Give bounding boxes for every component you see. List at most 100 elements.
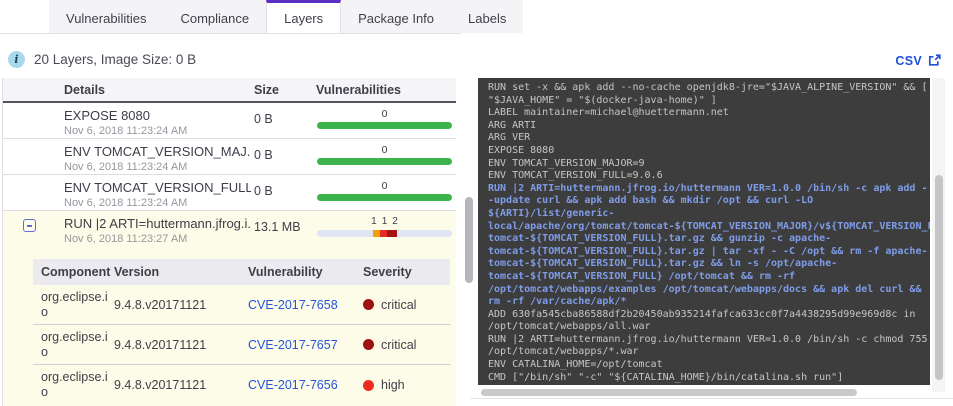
dockerfile-line: RUN set -x && apk add --no-cache openjdk… bbox=[488, 82, 928, 93]
cve-link[interactable]: CVE-2017-7657 bbox=[248, 338, 338, 352]
cve-cell: CVE-2017-7658 bbox=[248, 298, 363, 312]
severity-label: high bbox=[381, 378, 405, 392]
layers-table-header: Details Size Vulnerabilities bbox=[3, 78, 456, 103]
cve-cell: CVE-2017-7656 bbox=[248, 378, 363, 392]
vulnerability-table-header: Component Version Vulnerability Severity bbox=[33, 259, 450, 285]
tab-vulnerabilities[interactable]: Vulnerabilities bbox=[49, 0, 163, 33]
layer-details-cell: ENV TOMCAT_VERSION_FULL... Nov 6, 2018 11… bbox=[61, 180, 251, 210]
dockerfile-code-panel: RUN set -x && apk add --no-cache openjdk… bbox=[478, 78, 930, 385]
dockerfile-line: LABEL maintainer=michael@huettermann.net bbox=[488, 107, 729, 119]
dockerfile-line: ADD 630fa545cba86588df2b20450ab935214faf… bbox=[488, 308, 916, 320]
layers-summary-text: 20 Layers, Image Size: 0 B bbox=[34, 52, 197, 67]
version-column-header: Version bbox=[114, 265, 160, 279]
component-version: 9.4.8.v20171121 bbox=[114, 337, 207, 352]
vulnerability-count: 0 bbox=[381, 108, 388, 120]
vulnerability-row: org.eclipse.io 9.4.8.v20171121 CVE-2017-76… bbox=[33, 365, 450, 405]
layer-vulnerabilities-cell: 112 bbox=[313, 216, 456, 250]
severity-column-header: Severity bbox=[363, 265, 412, 279]
dockerfile-line: ${ARTI}/list/generic- bbox=[488, 207, 615, 219]
layer-vulnerabilities-cell: 0 bbox=[313, 144, 456, 174]
severity-cell: critical bbox=[363, 298, 450, 312]
vulnerability-count: 1 bbox=[371, 216, 377, 227]
csv-export-button[interactable]: CSV bbox=[895, 54, 941, 68]
dockerfile-line: rm -rf /var/cache/apk/* bbox=[488, 296, 627, 308]
dockerfile-line: CMD ["/bin/sh" "-c" "${CATALINA_HOME}/bi… bbox=[488, 371, 844, 383]
no-vulnerabilities-bar bbox=[317, 158, 452, 165]
dockerfile-line: ENV CATALINA_HOME=/opt/tomcat bbox=[488, 359, 663, 371]
dockerfile-line: tomcat-${TOMCAT_VERSION_FULL}.tar.gz && … bbox=[488, 233, 832, 245]
code-panel-scrollbar-track[interactable] bbox=[932, 78, 945, 392]
vulnerability-severity-bar bbox=[317, 230, 452, 237]
expander-cell bbox=[3, 108, 61, 138]
code-panel-horizontal-scrollbar-thumb[interactable] bbox=[481, 389, 857, 396]
cve-cell: CVE-2017-7657 bbox=[248, 338, 363, 352]
layers-table: Details Size Vulnerabilities EXPOSE 8080… bbox=[2, 78, 456, 406]
layer-size-cell: 0 B bbox=[251, 144, 313, 174]
code-panel-scrollbar-thumb[interactable] bbox=[934, 175, 943, 380]
severity-bar-segment bbox=[379, 230, 387, 237]
cve-link[interactable]: CVE-2017-7658 bbox=[248, 298, 338, 312]
panel-divider bbox=[470, 398, 953, 399]
dockerfile-line: "$JAVA_HOME" = "$(docker-java-home)" ] bbox=[488, 94, 717, 106]
layer-timestamp: Nov 6, 2018 11:23:24 AM bbox=[64, 125, 188, 137]
component-name: org.eclipse.io bbox=[41, 370, 108, 399]
expander-cell bbox=[3, 180, 61, 210]
severity-dot bbox=[363, 379, 374, 391]
dockerfile-line: tomcat-${TOMCAT_VERSION_FULL} /opt/tomca… bbox=[488, 270, 796, 282]
layer-row[interactable]: RUN |2 ARTI=huttermann.jfrog.i... Nov 6, … bbox=[3, 211, 456, 250]
layers-table-scrollbar-thumb[interactable] bbox=[465, 197, 473, 283]
dockerfile-line: /opt/tomcat/webapps/*.war bbox=[488, 346, 639, 358]
component-version: 9.4.8.v20171121 bbox=[114, 297, 207, 312]
layer-timestamp: Nov 6, 2018 11:23:27 AM bbox=[64, 233, 188, 245]
layer-size-cell: 0 B bbox=[251, 108, 313, 138]
severity-bar-segment bbox=[372, 230, 380, 237]
layer-row[interactable]: EXPOSE 8080 Nov 6, 2018 11:23:24 AM 0 B 0 bbox=[3, 103, 456, 139]
summary-row: i 20 Layers, Image Size: 0 B bbox=[8, 51, 196, 68]
component-name: org.eclipse.io bbox=[41, 289, 108, 319]
dockerfile-line: -update curl && apk add bash && mkdir /o… bbox=[488, 195, 814, 207]
dockerfile-line: EXPOSE 8080 bbox=[488, 144, 555, 156]
dockerfile-line: /opt/tomcat/webapps/examples /opt/tomcat… bbox=[488, 283, 922, 295]
cve-link[interactable]: CVE-2017-7656 bbox=[248, 378, 338, 392]
vulnerability-counts: 112 bbox=[371, 216, 398, 228]
layer-row[interactable]: ENV TOMCAT_VERSION_FULL... Nov 6, 2018 11… bbox=[3, 175, 456, 211]
layer-details-cell: RUN |2 ARTI=huttermann.jfrog.i... Nov 6, … bbox=[61, 216, 251, 250]
vulnerability-column-header: Vulnerability bbox=[248, 265, 323, 279]
layer-title: EXPOSE 8080 bbox=[64, 108, 150, 123]
dockerfile-line: RUN |2 ARTI=huttermann.jfrog.io/hutterma… bbox=[488, 333, 928, 345]
export-icon bbox=[927, 54, 941, 68]
size-column-header: Size bbox=[254, 82, 280, 97]
layer-details-cell: EXPOSE 8080 Nov 6, 2018 11:23:24 AM bbox=[61, 108, 251, 138]
info-icon[interactable]: i bbox=[8, 51, 25, 68]
dockerfile-line: /opt/tomcat/webapps/all.war bbox=[488, 321, 651, 333]
vulnerability-count: 1 bbox=[381, 216, 388, 227]
collapse-layer-button[interactable] bbox=[23, 219, 36, 232]
expander-cell bbox=[3, 216, 61, 250]
layer-timestamp: Nov 6, 2018 11:23:24 AM bbox=[64, 161, 188, 173]
layer-title: ENV TOMCAT_VERSION_MAJ... bbox=[64, 144, 251, 159]
vulnerability-count: 0 bbox=[381, 180, 388, 192]
component-name: org.eclipse.io bbox=[41, 329, 108, 359]
layer-details-cell: ENV TOMCAT_VERSION_MAJ... Nov 6, 2018 11:… bbox=[61, 144, 251, 174]
tab-package-info[interactable]: Package Info bbox=[341, 0, 451, 33]
layer-size-value: 0 B bbox=[254, 184, 273, 198]
tab-labels[interactable]: Labels bbox=[451, 0, 523, 33]
expander-cell bbox=[3, 144, 61, 174]
vulnerability-table: Component Version Vulnerability Severity… bbox=[33, 259, 450, 405]
severity-dot bbox=[363, 299, 374, 310]
layer-size-value: 0 B bbox=[254, 148, 273, 162]
layer-size-cell: 0 B bbox=[251, 180, 313, 210]
dockerfile-line: ENV TOMCAT_VERSION_MAJOR=9 bbox=[488, 157, 645, 169]
details-column-header: Details bbox=[64, 82, 105, 97]
tab-layers[interactable]: Layers bbox=[266, 0, 342, 33]
layer-vulnerabilities-cell: 0 bbox=[313, 180, 456, 210]
layer-timestamp: Nov 6, 2018 11:23:24 AM bbox=[64, 197, 188, 209]
layer-size-value: 0 B bbox=[254, 112, 273, 126]
severity-cell: critical bbox=[363, 338, 450, 352]
layer-row[interactable]: ENV TOMCAT_VERSION_MAJ... Nov 6, 2018 11:… bbox=[3, 139, 456, 175]
no-vulnerabilities-bar bbox=[317, 122, 452, 129]
tab-compliance[interactable]: Compliance bbox=[163, 0, 266, 33]
severity-cell: high bbox=[363, 378, 450, 392]
severity-label: critical bbox=[381, 337, 417, 352]
dockerfile-line: tomcat-${TOMCAT_VERSION_FULL}.tar.gz | t… bbox=[488, 245, 928, 257]
